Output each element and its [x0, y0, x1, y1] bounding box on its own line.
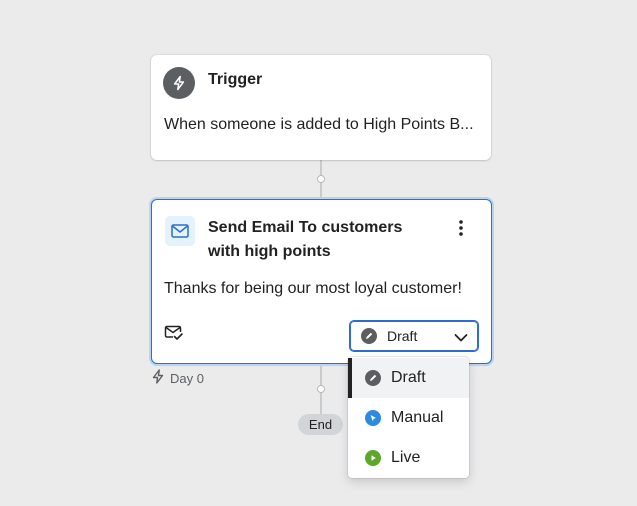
- end-badge: End: [298, 414, 343, 435]
- status-option-draft[interactable]: Draft: [348, 358, 469, 398]
- email-step-card[interactable]: Send Email To customers with high points…: [151, 199, 492, 364]
- trigger-card[interactable]: Trigger When someone is added to High Po…: [151, 55, 491, 160]
- connector-node: [317, 175, 325, 183]
- day-label: Day 0: [151, 369, 204, 387]
- email-step-title-line1: Send Email To customers: [208, 219, 403, 236]
- day-label-text: Day 0: [170, 370, 204, 386]
- lightning-icon: [163, 67, 195, 99]
- draft-icon: [365, 370, 381, 386]
- email-message: Thanks for being our most loyal customer…: [164, 280, 462, 297]
- status-option-label: Draft: [391, 369, 426, 386]
- status-dropdown-menu: Draft Manual Live: [348, 357, 469, 478]
- manual-cursor-icon: [365, 410, 381, 426]
- trigger-description: When someone is added to High Points B..…: [164, 116, 474, 133]
- status-select[interactable]: Draft: [349, 320, 479, 352]
- trigger-title: Trigger: [208, 71, 263, 88]
- more-actions-icon[interactable]: [451, 218, 471, 238]
- live-play-icon: [365, 450, 381, 466]
- status-option-manual[interactable]: Manual: [348, 398, 469, 438]
- status-option-label: Live: [391, 449, 421, 466]
- status-option-live[interactable]: Live: [348, 438, 469, 478]
- chevron-down-icon: [454, 330, 468, 348]
- email-step-title-line2: with high points: [208, 243, 331, 260]
- email-step-title: Send Email To customers with high points: [208, 216, 402, 264]
- email-check-icon: [164, 325, 184, 346]
- connector-node: [317, 385, 325, 393]
- envelope-icon: [165, 216, 195, 246]
- lightning-outline-icon: [151, 369, 165, 387]
- status-option-label: Manual: [391, 409, 444, 426]
- status-select-value: Draft: [387, 328, 418, 344]
- draft-icon: [361, 328, 377, 344]
